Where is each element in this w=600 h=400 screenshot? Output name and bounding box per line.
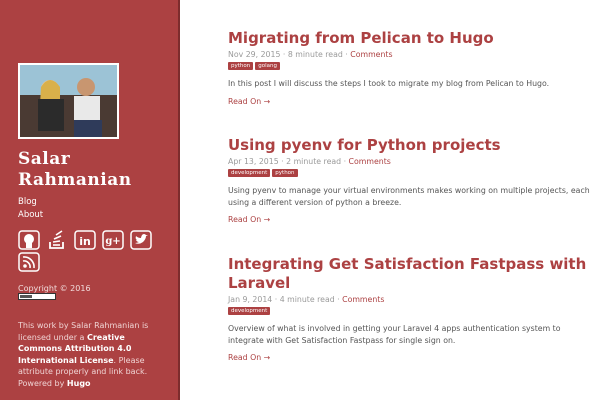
post-tags: development xyxy=(228,307,588,316)
post-excerpt: Using pyenv to manage your virtual envir… xyxy=(228,186,590,207)
svg-text:g+: g+ xyxy=(106,236,121,247)
nav-about-link[interactable]: About xyxy=(18,209,43,222)
sidebar-nav: Blog About xyxy=(18,196,43,222)
post-read-time: 2 minute read xyxy=(286,157,342,166)
comments-link[interactable]: Comments xyxy=(342,295,384,304)
tag-development[interactable]: development xyxy=(228,307,271,315)
nav-blog-link[interactable]: Blog xyxy=(18,196,43,209)
post-meta: Apr 13, 2015 · 2 minute read · Comments xyxy=(228,157,391,166)
rss-icon[interactable] xyxy=(18,252,40,272)
tag-python[interactable]: python xyxy=(272,169,298,177)
sidebar: Salar Rahmanian Blog About in g+ Copyrig… xyxy=(0,0,178,400)
stackoverflow-icon[interactable] xyxy=(46,230,68,250)
tag-golang[interactable]: golang xyxy=(255,62,280,70)
post-excerpt: Overview of what is involved in getting … xyxy=(228,324,561,345)
post-item: Using pyenv for Python projects Apr 13, … xyxy=(228,136,590,225)
post-date: Jan 9, 2014 xyxy=(228,295,273,304)
post-title[interactable]: Migrating from Pelican to Hugo xyxy=(228,29,588,48)
license-prefix: This work by Salar Rahmanian is licensed… xyxy=(18,321,149,342)
post-tags: python golang xyxy=(228,62,588,71)
post-item: Migrating from Pelican to Hugo Nov 29, 2… xyxy=(228,29,588,107)
read-on-link[interactable]: Read On → xyxy=(228,353,588,363)
post-excerpt: In this post I will discuss the steps I … xyxy=(228,79,550,88)
post-title[interactable]: Integrating Get Satisfaction Fastpass wi… xyxy=(228,255,588,293)
avatar[interactable] xyxy=(18,63,119,139)
post-date: Nov 29, 2015 xyxy=(228,50,281,59)
post-meta: Nov 29, 2015 · 8 minute read · Comments xyxy=(228,50,393,59)
post-tags: development python xyxy=(228,169,588,178)
comments-link[interactable]: Comments xyxy=(349,157,391,166)
svg-text:in: in xyxy=(79,235,91,248)
post-read-time: 4 minute read xyxy=(279,295,335,304)
googleplus-icon[interactable]: g+ xyxy=(102,230,125,250)
post-date: Apr 13, 2015 xyxy=(228,157,279,166)
post-title[interactable]: Using pyenv for Python projects xyxy=(228,136,588,155)
license-text: This work by Salar Rahmanian is licensed… xyxy=(18,320,168,389)
social-links: in g+ xyxy=(18,230,168,274)
github-icon[interactable] xyxy=(18,230,40,250)
read-on-link[interactable]: Read On → xyxy=(228,97,588,107)
twitter-icon[interactable] xyxy=(130,230,153,250)
hugo-link[interactable]: Hugo xyxy=(67,379,91,388)
cc-license-badge[interactable] xyxy=(18,293,56,300)
site-title[interactable]: Salar Rahmanian xyxy=(18,149,173,191)
post-item: Integrating Get Satisfaction Fastpass wi… xyxy=(228,255,588,363)
linkedin-icon[interactable]: in xyxy=(74,230,96,250)
tag-python[interactable]: python xyxy=(228,62,254,70)
post-meta: Jan 9, 2014 · 4 minute read · Comments xyxy=(228,295,385,304)
sidebar-divider xyxy=(178,0,180,400)
read-on-link[interactable]: Read On → xyxy=(228,215,588,225)
tag-development[interactable]: development xyxy=(228,169,271,177)
comments-link[interactable]: Comments xyxy=(350,50,392,59)
post-read-time: 8 minute read xyxy=(287,50,343,59)
